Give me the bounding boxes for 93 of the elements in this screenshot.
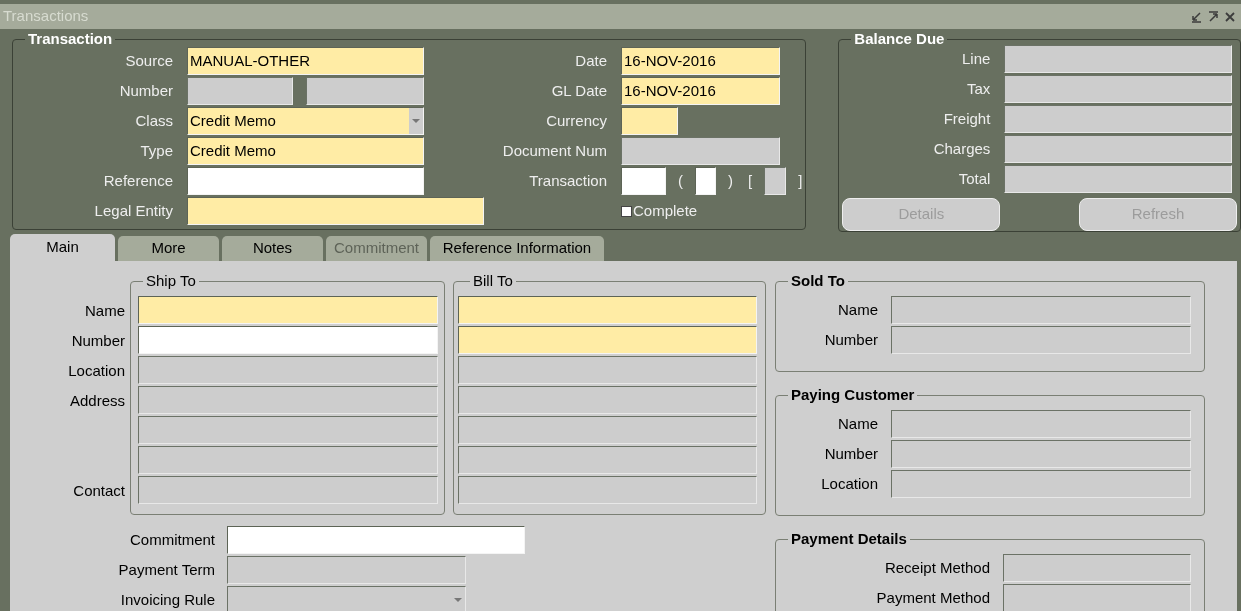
input-field[interactable] [137, 416, 438, 444]
field-label: Line [961, 48, 991, 69]
input-field[interactable] [137, 356, 438, 384]
input-field[interactable]: 16-NOV-2016 [621, 47, 780, 75]
field-label: Contact [72, 480, 125, 501]
input-field[interactable] [891, 470, 1191, 498]
field-label: Tax [966, 78, 991, 99]
field-label: Number [823, 443, 878, 464]
field-label: Invoicing Rule [119, 589, 215, 610]
field-label: Freight [942, 108, 991, 129]
input-field[interactable] [458, 296, 757, 324]
input-field[interactable] [1004, 135, 1233, 163]
input-field[interactable] [458, 326, 757, 354]
tab[interactable]: Notes [222, 236, 323, 261]
group-title: Ship To [145, 273, 197, 289]
tab[interactable]: Reference Information [430, 236, 604, 261]
group-title: Bill To [472, 273, 514, 289]
tab[interactable]: More [118, 236, 219, 261]
input-field[interactable] [621, 107, 678, 135]
field-label: Name [837, 299, 878, 320]
dropdown-field[interactable] [227, 586, 466, 611]
input-field[interactable] [137, 476, 438, 504]
input-field[interactable] [458, 416, 757, 444]
field-label: Payment Term [117, 559, 215, 580]
field-label: Date [574, 50, 607, 71]
input-field[interactable] [695, 167, 716, 195]
input-field[interactable] [1003, 554, 1191, 582]
bracket-text: [ [747, 170, 754, 191]
input-field[interactable] [137, 386, 438, 414]
field-label: Location [67, 360, 125, 381]
input-field[interactable] [306, 77, 424, 105]
input-field[interactable] [137, 446, 438, 474]
field-label: Class [134, 110, 173, 131]
input-field[interactable]: Credit Memo [187, 137, 424, 165]
field-label: Reference [102, 170, 173, 191]
input-field[interactable] [187, 77, 293, 105]
input-field[interactable] [227, 556, 466, 584]
maximize-icon[interactable] [1207, 10, 1220, 23]
input-field[interactable] [1003, 584, 1191, 611]
input-field[interactable]: 16-NOV-2016 [621, 77, 780, 105]
field-label: Name [84, 300, 125, 321]
input-field[interactable] [891, 410, 1191, 438]
input-field[interactable] [458, 386, 757, 414]
input-field[interactable] [621, 137, 780, 165]
bracket-text: ] [797, 170, 804, 191]
field-label: Legal Entity [93, 200, 173, 221]
input-field[interactable] [137, 326, 438, 354]
field-label: Total [957, 168, 991, 189]
field-label: Source [124, 50, 173, 71]
group-title: Transaction [27, 31, 114, 47]
input-field[interactable] [891, 440, 1191, 468]
input-field[interactable] [621, 167, 666, 195]
input-field[interactable] [187, 197, 484, 225]
dropdown-field[interactable]: Credit Memo [187, 107, 424, 135]
field-label: Charges [932, 138, 991, 159]
input-field[interactable] [458, 446, 757, 474]
input-field[interactable] [1004, 105, 1233, 133]
input-field[interactable] [1004, 45, 1233, 73]
field-label: Location [820, 473, 878, 494]
field-label: Currency [545, 110, 607, 131]
input-field[interactable] [458, 476, 757, 504]
field-label: GL Date [550, 80, 607, 101]
group-title: Payment Details [790, 531, 908, 547]
field-label: Address [68, 390, 125, 411]
input-field[interactable] [764, 167, 787, 195]
group-title: Paying Customer [790, 387, 916, 403]
input-field[interactable] [137, 296, 438, 324]
bracket-text: ) [727, 170, 734, 191]
input-field[interactable] [227, 526, 525, 554]
field-label: Name [837, 413, 878, 434]
field-label: Commitment [129, 529, 215, 550]
input-field[interactable] [458, 356, 757, 384]
complete-checkbox[interactable]: Complete [621, 199, 698, 223]
close-icon[interactable] [1224, 10, 1236, 23]
bracket-text: ( [677, 170, 684, 191]
group-title: Sold To [790, 273, 846, 289]
input-field[interactable]: MANUAL-OTHER [187, 47, 424, 75]
input-field[interactable] [891, 326, 1191, 354]
field-label: Number [118, 80, 173, 101]
input-field[interactable] [1004, 165, 1233, 193]
input-field[interactable] [891, 296, 1191, 324]
field-label: Payment Method [875, 587, 990, 608]
field-label: Number [70, 330, 125, 351]
tab[interactable]: Main [10, 234, 115, 261]
field-label: Number [823, 329, 878, 350]
field-label: Receipt Method [883, 557, 990, 578]
field-label: Type [139, 140, 173, 161]
field-label: Document Num [501, 140, 607, 161]
field-label: Transaction [528, 170, 607, 191]
minimize-icon[interactable] [1190, 10, 1203, 23]
input-field[interactable] [1004, 75, 1233, 103]
group-title: Balance Due [853, 31, 946, 47]
input-field[interactable] [187, 167, 424, 195]
